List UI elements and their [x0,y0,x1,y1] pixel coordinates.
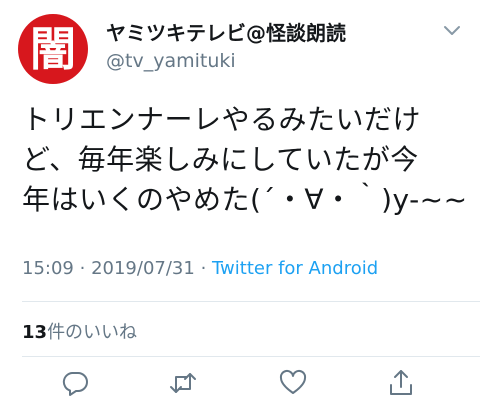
tweet-meta: 15:09 · 2019/07/31 · Twitter for Android [22,258,378,279]
share-icon[interactable] [386,368,416,398]
user-info[interactable]: ヤミツキテレビ@怪談朗読 @tv_yamituki [106,20,346,74]
tweet-text-line: トリエンナーレやるみたいだけ [22,103,422,136]
avatar[interactable]: 闇 [18,14,88,84]
tweet-text-line: ど、毎年楽しみにしていたが今 [22,143,419,176]
likes-summary[interactable]: 13件のいいね [22,318,137,344]
tweet-header: 闇 ヤミツキテレビ@怪談朗読 @tv_yamituki [18,14,466,84]
action-bar [0,368,480,402]
reply-icon[interactable] [60,368,90,398]
like-count: 13 [22,322,48,343]
like-icon[interactable] [278,368,308,398]
meta-separator: · [79,258,86,279]
display-name[interactable]: ヤミツキテレビ@怪談朗読 [106,20,346,46]
username[interactable]: @tv_yamituki [106,48,346,74]
retweet-icon[interactable] [168,368,198,398]
like-label: 件のいいね [47,322,138,343]
tweet-source-link[interactable]: Twitter for Android [212,258,378,279]
divider [22,356,480,357]
tweet-text: トリエンナーレやるみたいだけ ど、毎年楽しみにしていたが今 年はいくのやめた(´… [22,100,474,220]
tweet-text-line: 年はいくのやめた(´・∀・｀)y-~~ [22,183,468,216]
avatar-glyph: 闇 [30,22,76,76]
tweet-time: 15:09 [22,258,74,279]
chevron-down-icon[interactable] [442,24,462,38]
meta-separator: · [200,258,207,279]
tweet-date: 2019/07/31 [91,258,195,279]
divider [22,301,480,302]
